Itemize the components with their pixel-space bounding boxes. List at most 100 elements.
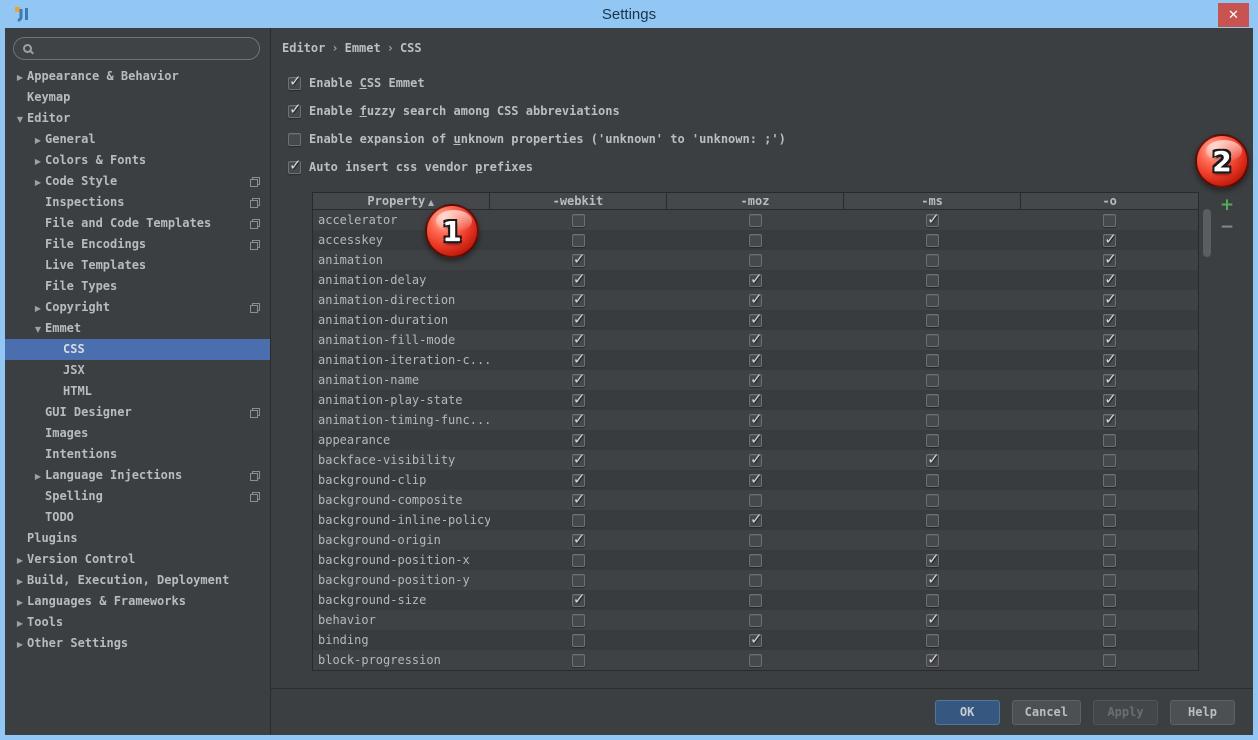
checkbox-enable-expansion-of-unknown-pr[interactable]: [288, 133, 301, 146]
ms-checkbox-animation-delay[interactable]: [926, 274, 939, 287]
ms-checkbox-behavior[interactable]: [926, 614, 939, 627]
table-row-animation-name[interactable]: animation-name: [313, 370, 1198, 390]
table-row-animation-timing-func[interactable]: animation-timing-func...: [313, 410, 1198, 430]
webkit-checkbox-animation[interactable]: [572, 254, 585, 267]
ms-checkbox-animation-fill-mode[interactable]: [926, 334, 939, 347]
table-row-animation-direction[interactable]: animation-direction: [313, 290, 1198, 310]
sidebar-item-html[interactable]: HTML: [5, 381, 270, 402]
webkit-checkbox-background-position-x[interactable]: [572, 554, 585, 567]
ms-checkbox-animation-play-state[interactable]: [926, 394, 939, 407]
cancel-button[interactable]: Cancel: [1012, 700, 1081, 725]
webkit-checkbox-animation-duration[interactable]: [572, 314, 585, 327]
o-checkbox-background-position-x[interactable]: [1103, 554, 1116, 567]
ms-checkbox-accelerator[interactable]: [926, 214, 939, 227]
chevron-collapsed-icon[interactable]: ▶: [13, 67, 27, 88]
ms-checkbox-animation-direction[interactable]: [926, 294, 939, 307]
ms-checkbox-accesskey[interactable]: [926, 234, 939, 247]
o-checkbox-binding[interactable]: [1103, 634, 1116, 647]
webkit-checkbox-background-position-y[interactable]: [572, 574, 585, 587]
table-row-background-composite[interactable]: background-composite: [313, 490, 1198, 510]
ms-checkbox-animation-iteration-c[interactable]: [926, 354, 939, 367]
table-row-animation-fill-mode[interactable]: animation-fill-mode: [313, 330, 1198, 350]
column-header-ms[interactable]: -ms: [844, 193, 1022, 209]
webkit-checkbox-appearance[interactable]: [572, 434, 585, 447]
table-row-background-inline-policy[interactable]: background-inline-policy: [313, 510, 1198, 530]
webkit-checkbox-background-composite[interactable]: [572, 494, 585, 507]
sidebar-item-code-style[interactable]: ▶Code Style: [5, 171, 270, 192]
table-row-block-progression[interactable]: block-progression: [313, 650, 1198, 670]
o-checkbox-animation-fill-mode[interactable]: [1103, 334, 1116, 347]
sidebar-item-inspections[interactable]: Inspections: [5, 192, 270, 213]
table-scrollbar[interactable]: [1200, 192, 1214, 669]
ok-button[interactable]: OK: [935, 700, 1000, 725]
webkit-checkbox-background-clip[interactable]: [572, 474, 585, 487]
ms-checkbox-background-size[interactable]: [926, 594, 939, 607]
chevron-collapsed-icon[interactable]: ▶: [13, 550, 27, 571]
sidebar-item-version-control[interactable]: ▶Version Control: [5, 549, 270, 570]
table-row-backface-visibility[interactable]: backface-visibility: [313, 450, 1198, 470]
remove-property-button[interactable]: −: [1216, 216, 1238, 238]
add-property-button[interactable]: +: [1216, 194, 1238, 216]
o-checkbox-block-progression[interactable]: [1103, 654, 1116, 667]
moz-checkbox-binding[interactable]: [749, 634, 762, 647]
sidebar-item-plugins[interactable]: Plugins: [5, 528, 270, 549]
webkit-checkbox-backface-visibility[interactable]: [572, 454, 585, 467]
o-checkbox-backface-visibility[interactable]: [1103, 454, 1116, 467]
column-header-moz[interactable]: -moz: [667, 193, 844, 209]
search-input[interactable]: [32, 42, 259, 56]
checkbox-enable-css-emmet[interactable]: [288, 77, 301, 90]
column-header-o[interactable]: -o: [1021, 193, 1198, 209]
moz-checkbox-accelerator[interactable]: [749, 214, 762, 227]
sidebar-item-appearance-behavior[interactable]: ▶Appearance & Behavior: [5, 66, 270, 87]
webkit-checkbox-animation-play-state[interactable]: [572, 394, 585, 407]
ms-checkbox-animation-duration[interactable]: [926, 314, 939, 327]
chevron-collapsed-icon[interactable]: ▶: [13, 592, 27, 613]
o-checkbox-animation-play-state[interactable]: [1103, 394, 1116, 407]
webkit-checkbox-accesskey[interactable]: [572, 234, 585, 247]
ms-checkbox-binding[interactable]: [926, 634, 939, 647]
moz-checkbox-appearance[interactable]: [749, 434, 762, 447]
sidebar-item-language-injections[interactable]: ▶Language Injections: [5, 465, 270, 486]
checkbox-enable-fuzzy-search-among-css-[interactable]: [288, 105, 301, 118]
sidebar-item-jsx[interactable]: JSX: [5, 360, 270, 381]
moz-checkbox-background-size[interactable]: [749, 594, 762, 607]
o-checkbox-background-composite[interactable]: [1103, 494, 1116, 507]
moz-checkbox-background-origin[interactable]: [749, 534, 762, 547]
webkit-checkbox-background-inline-policy[interactable]: [572, 514, 585, 527]
sidebar-item-editor[interactable]: ▼Editor: [5, 108, 270, 129]
chevron-expanded-icon[interactable]: ▼: [31, 319, 45, 340]
table-row-animation-delay[interactable]: animation-delay: [313, 270, 1198, 290]
o-checkbox-behavior[interactable]: [1103, 614, 1116, 627]
webkit-checkbox-behavior[interactable]: [572, 614, 585, 627]
table-row-background-position-x[interactable]: background-position-x: [313, 550, 1198, 570]
sidebar-item-other-settings[interactable]: ▶Other Settings: [5, 633, 270, 654]
table-row-background-position-y[interactable]: background-position-y: [313, 570, 1198, 590]
moz-checkbox-animation-direction[interactable]: [749, 294, 762, 307]
column-header-webkit[interactable]: -webkit: [490, 193, 668, 209]
sidebar-item-todo[interactable]: TODO: [5, 507, 270, 528]
chevron-collapsed-icon[interactable]: ▶: [31, 130, 45, 151]
webkit-checkbox-animation-fill-mode[interactable]: [572, 334, 585, 347]
ms-checkbox-animation-name[interactable]: [926, 374, 939, 387]
sidebar-item-file-and-code-templates[interactable]: File and Code Templates: [5, 213, 270, 234]
sidebar-item-build-execution-deployment[interactable]: ▶Build, Execution, Deployment: [5, 570, 270, 591]
sidebar-item-gui-designer[interactable]: GUI Designer: [5, 402, 270, 423]
ms-checkbox-block-progression[interactable]: [926, 654, 939, 667]
table-row-background-clip[interactable]: background-clip: [313, 470, 1198, 490]
webkit-checkbox-binding[interactable]: [572, 634, 585, 647]
webkit-checkbox-animation-timing-func[interactable]: [572, 414, 585, 427]
close-button[interactable]: ✕: [1218, 3, 1249, 27]
webkit-checkbox-animation-direction[interactable]: [572, 294, 585, 307]
o-checkbox-animation-direction[interactable]: [1103, 294, 1116, 307]
moz-checkbox-background-clip[interactable]: [749, 474, 762, 487]
scrollbar-thumb[interactable]: [1203, 209, 1211, 257]
o-checkbox-animation-timing-func[interactable]: [1103, 414, 1116, 427]
sidebar-item-images[interactable]: Images: [5, 423, 270, 444]
sidebar-item-copyright[interactable]: ▶Copyright: [5, 297, 270, 318]
chevron-collapsed-icon[interactable]: ▶: [31, 466, 45, 487]
moz-checkbox-animation-timing-func[interactable]: [749, 414, 762, 427]
chevron-collapsed-icon[interactable]: ▶: [13, 634, 27, 655]
ms-checkbox-background-position-x[interactable]: [926, 554, 939, 567]
webkit-checkbox-block-progression[interactable]: [572, 654, 585, 667]
o-checkbox-background-clip[interactable]: [1103, 474, 1116, 487]
